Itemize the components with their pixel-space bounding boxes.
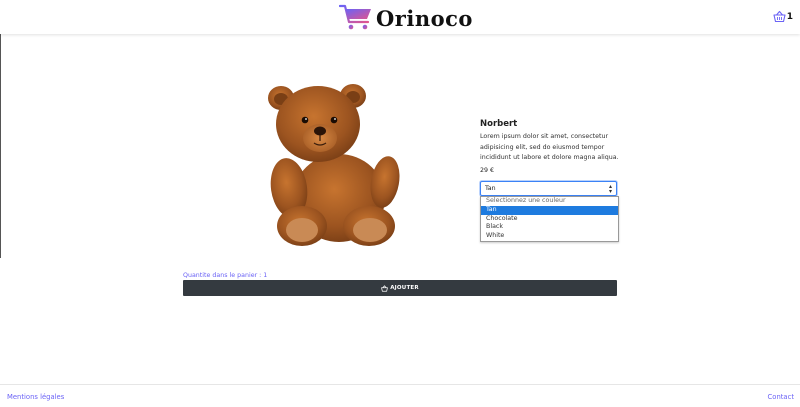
product-image [267, 80, 417, 250]
page-edge-divider [0, 34, 1, 258]
cart-quantity-label: Quantite dans le panier : 1 [183, 272, 268, 279]
product-description: Lorem ipsum dolor sit amet, consectetur … [480, 133, 619, 161]
cart-button[interactable]: 1 [773, 10, 793, 23]
contact-link[interactable]: Contact [768, 393, 794, 401]
site-footer: Mentions légales Contact [0, 384, 800, 407]
shopping-cart-logo-icon [339, 4, 371, 30]
color-select[interactable]: Tan ▴ ▾ [480, 181, 617, 196]
shopping-basket-icon [381, 284, 389, 292]
color-option[interactable]: Chocolate [481, 215, 618, 224]
product-name: Norbert [480, 119, 518, 129]
add-button-label: AJOUTER [390, 285, 419, 291]
color-option[interactable]: White [481, 232, 618, 241]
color-option[interactable]: Selectionnez une couleur [481, 197, 618, 206]
shopping-basket-icon [773, 10, 786, 23]
color-option[interactable]: Black [481, 223, 618, 232]
product-price: 29 € [480, 167, 495, 174]
color-dropdown-list: Selectionnez une couleur Tan Chocolate B… [480, 196, 619, 242]
site-logo[interactable]: Orinoco [339, 4, 473, 32]
legal-notice-link[interactable]: Mentions légales [7, 393, 64, 401]
site-header: Orinoco 1 [0, 0, 800, 34]
teddy-bear-image [268, 84, 400, 246]
color-select-value: Tan [485, 185, 496, 192]
cart-count-badge: 1 [786, 11, 793, 22]
add-to-cart-button[interactable]: AJOUTER [183, 280, 617, 296]
color-option[interactable]: Tan [481, 205, 618, 215]
select-caret-icon: ▴ ▾ [608, 183, 612, 195]
product-info: Norbert Lorem ipsum dolor sit amet, cons… [480, 119, 620, 174]
brand-name: Orinoco [376, 5, 473, 31]
